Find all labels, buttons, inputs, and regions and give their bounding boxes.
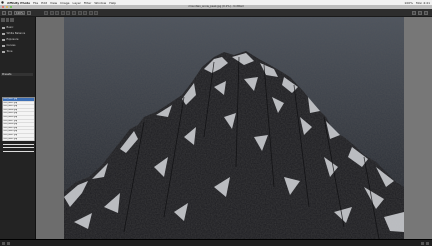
presets-header[interactable]: Presets: [1, 73, 33, 76]
sidebar-row-tone[interactable]: Tone: [2, 50, 12, 53]
toolbar: 100%: [0, 9, 432, 17]
brush-icon[interactable]: [55, 10, 60, 15]
dodge-icon[interactable]: [77, 10, 82, 15]
sidebar-row-white-balance[interactable]: White Balance: [2, 32, 25, 35]
menu-window[interactable]: Window: [94, 1, 106, 5]
shape-icon[interactable]: [88, 10, 93, 15]
prev-icon[interactable]: [421, 241, 424, 245]
canvas-margin: [404, 17, 432, 239]
crop-icon[interactable]: [49, 10, 54, 15]
heal-icon[interactable]: [71, 10, 76, 15]
sidebar-row-basic[interactable]: Basic: [2, 26, 13, 29]
menu-help[interactable]: Help: [109, 1, 116, 5]
menu-file[interactable]: File: [33, 1, 38, 5]
grid-icon[interactable]: [8, 10, 12, 15]
menu-layer[interactable]: Layer: [73, 1, 81, 5]
menu-filter[interactable]: Filter: [84, 1, 91, 5]
adjust-icon[interactable]: [1, 18, 5, 22]
info-icon[interactable]: [2, 241, 5, 245]
clone-icon[interactable]: [66, 10, 71, 15]
next-icon[interactable]: [426, 241, 429, 245]
layers-icon[interactable]: [5, 18, 9, 22]
menu-edit[interactable]: Edit: [41, 1, 47, 5]
file-list-item[interactable]: IMG_4835.jpg: [2, 148, 34, 152]
share-icon[interactable]: [418, 10, 422, 15]
zoom-select[interactable]: 100%: [14, 10, 26, 15]
rotate-icon[interactable]: [44, 10, 48, 15]
histogram-icon[interactable]: [412, 10, 416, 15]
eye-icon[interactable]: [60, 10, 65, 15]
file-list: IMG_4821.jpg IMG_4822.jpg IMG_4823.jpg IMG_…: [1, 97, 35, 152]
pen-icon[interactable]: [94, 10, 99, 15]
sidebar-row-curves[interactable]: Curves: [2, 44, 16, 47]
window-title: mountain_snow_peak.jpg (0.1%) - Untitled: [188, 5, 244, 9]
panel-toggle-icon[interactable]: [2, 10, 6, 15]
sidebar-row-exposure[interactable]: Exposure: [2, 38, 19, 41]
text-icon[interactable]: [83, 10, 88, 15]
settings-icon[interactable]: [424, 10, 428, 15]
menubar-status: 100%: [404, 0, 413, 5]
menu-image[interactable]: Image: [60, 1, 69, 5]
fit-icon[interactable]: [27, 10, 32, 15]
navigator-icon[interactable]: [7, 241, 10, 245]
left-sidebar: Basic White Balance Exposure Curves Tone…: [0, 17, 36, 239]
clock: Mon 4:41: [415, 0, 430, 5]
history-icon[interactable]: [10, 18, 14, 22]
app-menu[interactable]: Affinity Photo: [7, 1, 30, 5]
mountain-photo[interactable]: [64, 17, 404, 239]
menu-view[interactable]: View: [50, 1, 57, 5]
